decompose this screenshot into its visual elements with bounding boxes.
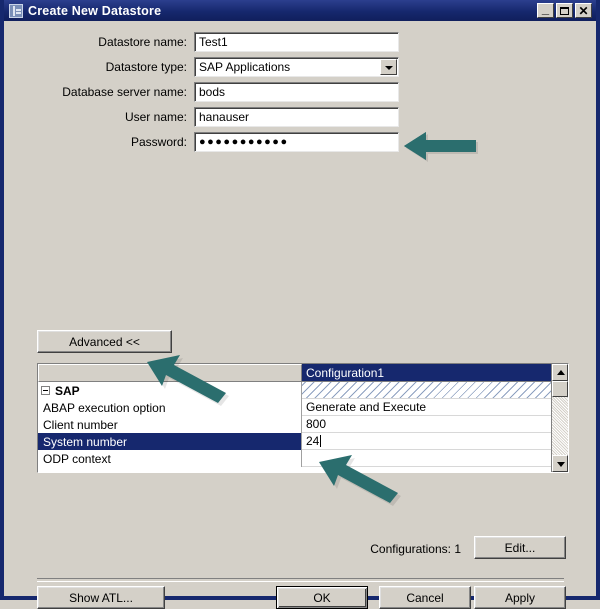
- datastore-type-value: SAP Applications: [199, 59, 291, 74]
- grid-body: Configuration1 SAP ABAP execution option…: [38, 364, 551, 472]
- footer-separator: [37, 578, 564, 582]
- configurations-count-label: Configurations: 1: [370, 542, 461, 556]
- table-row[interactable]: Client number 800: [38, 416, 551, 433]
- dialog-client-area: Datastore name: Test1 Datastore type: SA…: [4, 21, 596, 609]
- close-button[interactable]: ✕: [575, 3, 592, 18]
- edit-button[interactable]: Edit...: [474, 536, 566, 559]
- system-number-text: 24: [306, 434, 320, 448]
- form-row-datastore-name: Datastore name: Test1: [4, 31, 596, 52]
- title-bar[interactable]: Create New Datastore _ ✕: [4, 0, 596, 21]
- table-row[interactable]: System number 24: [38, 433, 551, 450]
- configuration-property-grid[interactable]: Configuration1 SAP ABAP execution option…: [37, 363, 569, 473]
- grid-vertical-scrollbar[interactable]: [551, 364, 568, 472]
- form-row-datastore-type: Datastore type: SAP Applications: [4, 56, 596, 77]
- window-title: Create New Datastore: [28, 3, 162, 18]
- grid-cell-value-sap: [302, 382, 551, 399]
- password-label: Password:: [130, 134, 187, 149]
- minimize-icon: _: [541, 1, 550, 16]
- table-row[interactable]: ODP context: [38, 450, 551, 467]
- grid-cell-property-abap-execution-option[interactable]: ABAP execution option: [38, 399, 302, 416]
- table-row[interactable]: ABAP execution option Generate and Execu…: [38, 399, 551, 416]
- user-name-value: hanauser: [199, 109, 250, 124]
- maximize-button[interactable]: [556, 3, 573, 18]
- text-caret: [320, 435, 322, 447]
- form-row-user-name: User name: hanauser: [4, 106, 596, 127]
- password-input[interactable]: ●●●●●●●●●●●: [194, 131, 399, 152]
- table-row[interactable]: SAP: [38, 382, 551, 399]
- scroll-down-icon[interactable]: [552, 455, 568, 472]
- cancel-button[interactable]: Cancel: [379, 586, 471, 609]
- advanced-toggle-button[interactable]: Advanced <<: [37, 330, 172, 353]
- scroll-up-icon[interactable]: [552, 364, 568, 381]
- grid-cell-property-odp-context[interactable]: ODP context: [38, 450, 302, 467]
- grid-cell-property-system-number[interactable]: System number: [38, 433, 302, 450]
- collapse-minus-icon[interactable]: [41, 386, 50, 395]
- database-server-name-value: bods: [199, 84, 226, 99]
- datastore-name-label: Datastore name:: [98, 34, 187, 49]
- grid-cell-property-client-number[interactable]: Client number: [38, 416, 302, 433]
- grid-header-row: Configuration1: [38, 364, 551, 382]
- database-server-name-input[interactable]: bods: [194, 81, 399, 102]
- grid-cell-property-sap[interactable]: SAP: [38, 382, 302, 399]
- datastore-form: Datastore name: Test1 Datastore type: SA…: [4, 31, 596, 156]
- ok-button[interactable]: OK: [276, 586, 368, 609]
- minimize-button[interactable]: _: [537, 1, 554, 18]
- scrollbar-track[interactable]: [552, 381, 568, 455]
- form-row-database-server-name: Database server name: bods: [4, 81, 596, 102]
- password-value: ●●●●●●●●●●●: [199, 135, 289, 148]
- datastore-type-select[interactable]: SAP Applications: [194, 56, 399, 77]
- grid-cell-value-system-number[interactable]: 24: [302, 433, 551, 450]
- maximize-icon: [557, 4, 572, 17]
- grid-header-property-column[interactable]: [38, 364, 302, 382]
- caption-buttons: _ ✕: [537, 1, 596, 18]
- scrollbar-thumb[interactable]: [552, 381, 568, 397]
- grid-row-label-sap: SAP: [55, 383, 80, 398]
- database-server-name-label: Database server name:: [62, 84, 187, 99]
- datastore-name-value: Test1: [199, 34, 228, 49]
- close-icon: ✕: [578, 3, 589, 18]
- chevron-down-icon[interactable]: [380, 58, 397, 75]
- user-name-input[interactable]: hanauser: [194, 106, 399, 127]
- datastore-name-input[interactable]: Test1: [194, 31, 399, 52]
- create-new-datastore-dialog: Create New Datastore _ ✕ Datastore name:…: [0, 0, 600, 609]
- form-row-password: Password: ●●●●●●●●●●●: [4, 131, 596, 152]
- grid-cell-value-client-number[interactable]: 800: [302, 416, 551, 433]
- grid-cell-value-odp-context[interactable]: [302, 450, 551, 467]
- datastore-type-label: Datastore type:: [105, 59, 187, 74]
- apply-button[interactable]: Apply: [474, 586, 566, 609]
- datastore-window-icon: [9, 3, 23, 18]
- show-atl-button[interactable]: Show ATL...: [37, 586, 165, 609]
- user-name-label: User name:: [124, 109, 187, 124]
- grid-header-configuration1[interactable]: Configuration1: [302, 364, 551, 382]
- grid-cell-value-abap-execution-option[interactable]: Generate and Execute: [302, 399, 551, 416]
